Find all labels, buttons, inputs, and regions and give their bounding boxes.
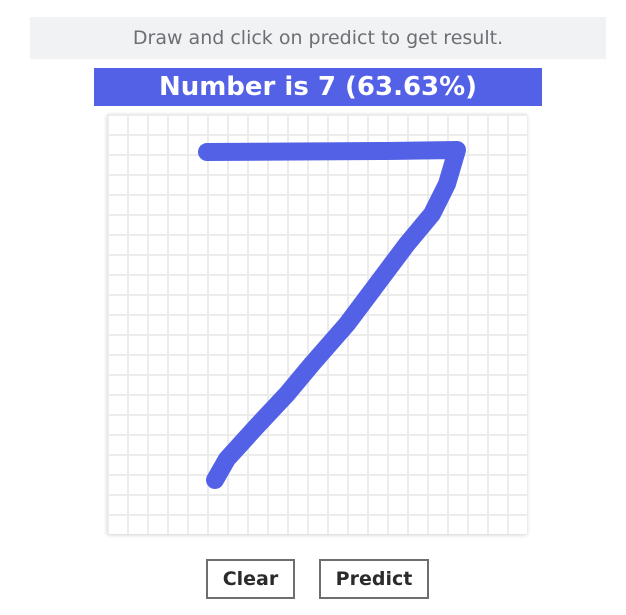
drawn-digit-stroke <box>198 141 466 489</box>
prediction-result: Number is 7 (63.63%) <box>94 68 542 106</box>
digit-recognizer-page: Draw and click on predict to get result.… <box>0 0 626 615</box>
drawing-layer <box>198 141 466 489</box>
drawing-canvas[interactable] <box>107 114 527 534</box>
predict-button[interactable]: Predict <box>319 559 429 599</box>
instruction-banner: Draw and click on predict to get result. <box>30 17 606 59</box>
clear-button[interactable]: Clear <box>206 559 295 599</box>
